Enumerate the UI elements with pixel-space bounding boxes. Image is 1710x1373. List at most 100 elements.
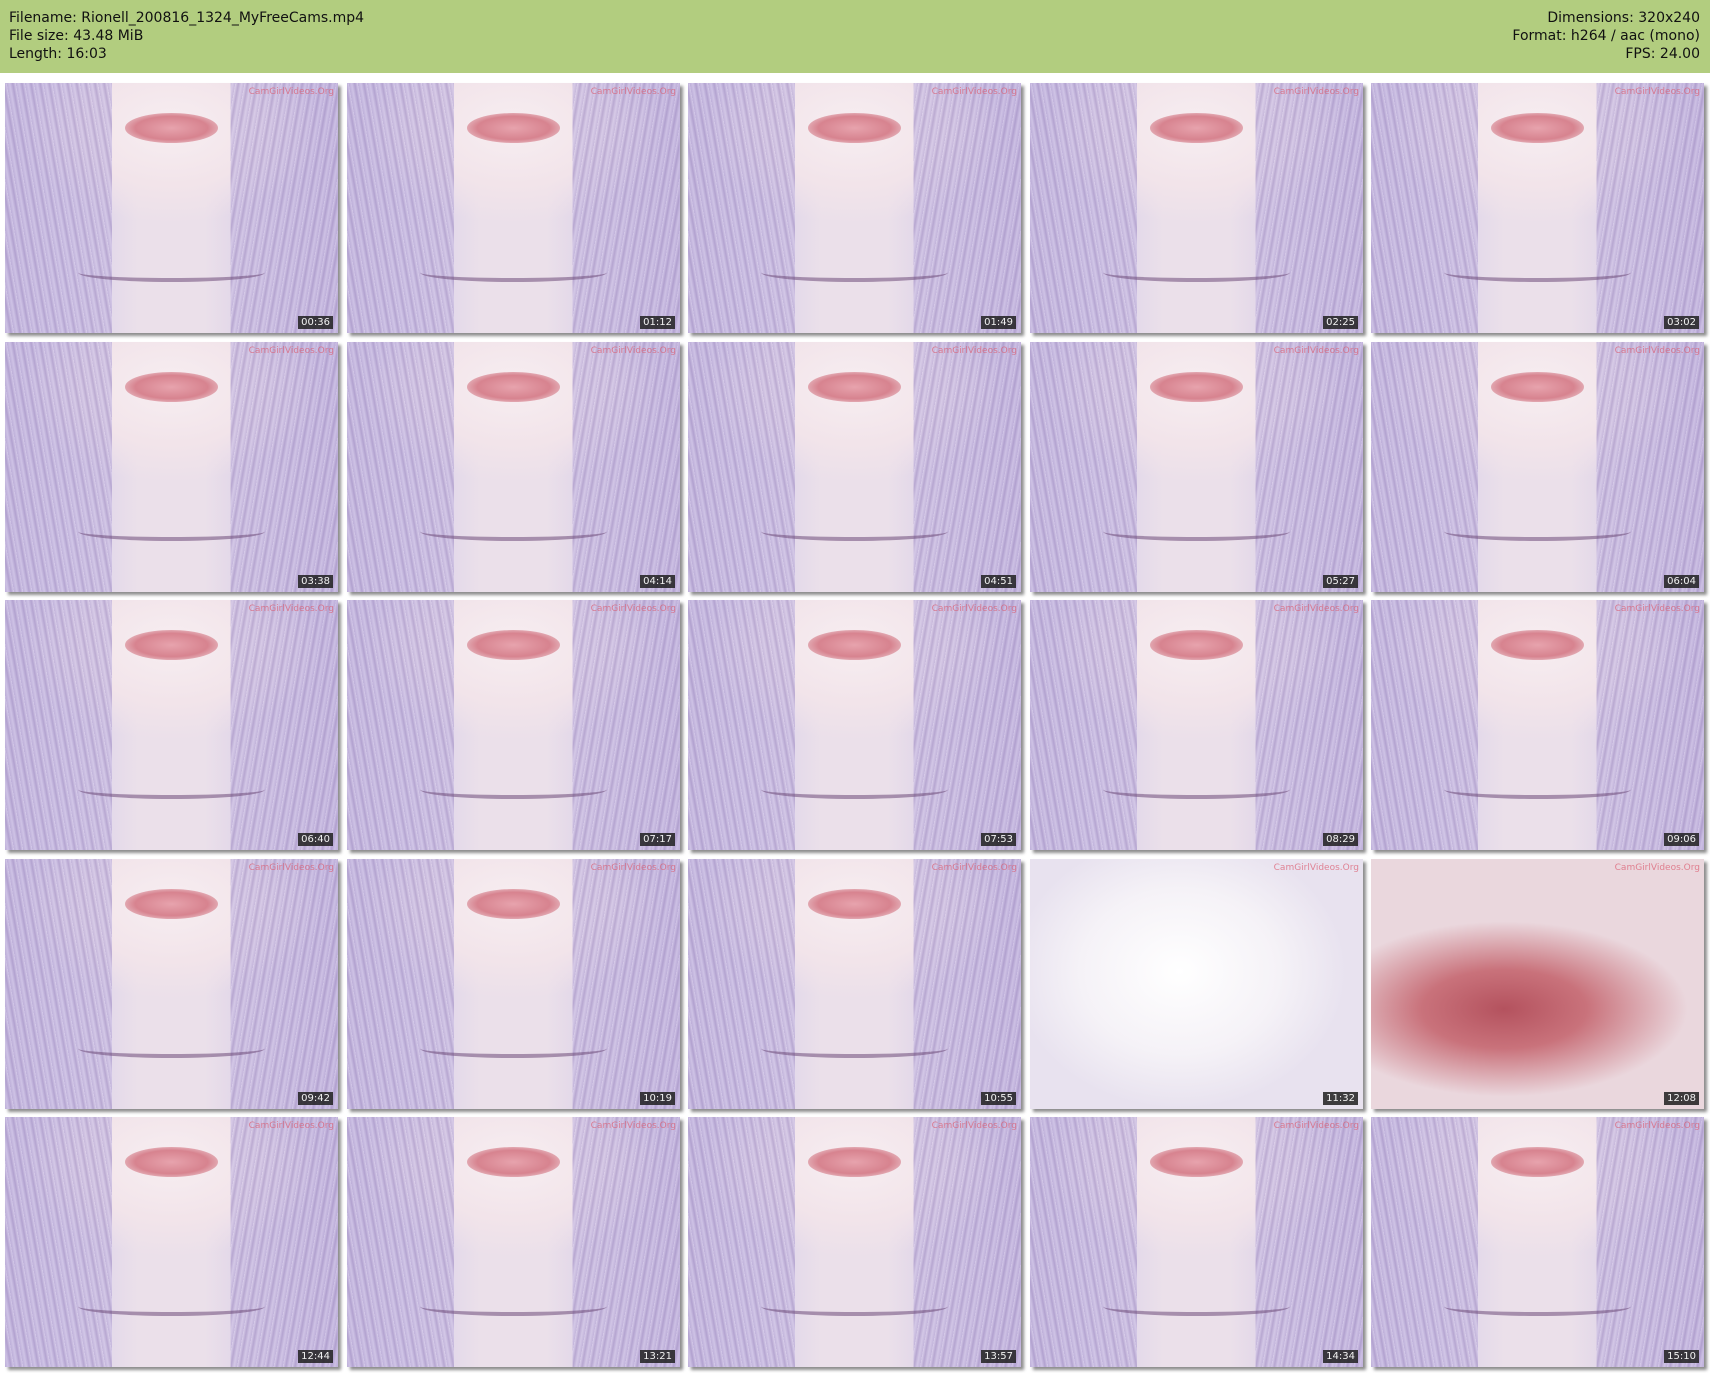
lips-shape: [466, 1147, 561, 1177]
lips-shape: [807, 372, 902, 402]
thumbnail[interactable]: CamGirlVideos.Org 03:02: [1371, 83, 1704, 333]
hair-shape-left: [1371, 342, 1478, 592]
thumbnail[interactable]: CamGirlVideos.Org 07:53: [688, 600, 1021, 850]
hair-shape-right: [231, 1117, 338, 1367]
hair-shape-right: [573, 1117, 680, 1367]
thumbnail[interactable]: CamGirlVideos.Org 06:04: [1371, 342, 1704, 592]
thumbnail[interactable]: CamGirlVideos.Org 09:06: [1371, 600, 1704, 850]
timestamp-label: 15:10: [1664, 1350, 1699, 1363]
watermark-text: CamGirlVideos.Org: [931, 863, 1017, 873]
lips-shape: [807, 630, 902, 660]
thumbnail-image: [347, 83, 680, 333]
timestamp-label: 04:14: [640, 575, 675, 588]
timestamp-label: 03:38: [298, 575, 333, 588]
thumbnail[interactable]: CamGirlVideos.Org 08:29: [1030, 600, 1363, 850]
choker-shape: [1444, 263, 1631, 282]
hair-shape-left: [688, 83, 795, 333]
watermark-text: CamGirlVideos.Org: [1614, 346, 1700, 356]
watermark-text: CamGirlVideos.Org: [1614, 604, 1700, 614]
lips-shape: [124, 630, 219, 660]
length-text: Length: 16:03: [9, 46, 107, 62]
thumbnail-image: [347, 342, 680, 592]
thumbnail-image: [1371, 342, 1704, 592]
thumbnail[interactable]: CamGirlVideos.Org 05:27: [1030, 342, 1363, 592]
hair-shape-right: [1597, 83, 1704, 333]
hair-shape-left: [688, 1117, 795, 1367]
timestamp-label: 09:42: [298, 1092, 333, 1105]
watermark-text: CamGirlVideos.Org: [590, 87, 676, 97]
thumbnail[interactable]: CamGirlVideos.Org 02:25: [1030, 83, 1363, 333]
thumbnail[interactable]: CamGirlVideos.Org 11:32: [1030, 859, 1363, 1109]
hair-shape-left: [347, 83, 454, 333]
timestamp-label: 04:51: [981, 575, 1016, 588]
fps-text: FPS: 24.00: [1625, 46, 1700, 62]
thumbnail[interactable]: CamGirlVideos.Org 06:40: [5, 600, 338, 850]
timestamp-label: 00:36: [298, 316, 333, 329]
thumbnail[interactable]: CamGirlVideos.Org 15:10: [1371, 1117, 1704, 1367]
lips-shape: [1149, 113, 1244, 143]
timestamp-label: 12:44: [298, 1350, 333, 1363]
thumbnail-image: [1030, 342, 1363, 592]
thumbnail[interactable]: CamGirlVideos.Org 01:49: [688, 83, 1021, 333]
thumbnail[interactable]: CamGirlVideos.Org 04:14: [347, 342, 680, 592]
thumbnail[interactable]: CamGirlVideos.Org 12:08: [1371, 859, 1704, 1109]
watermark-text: CamGirlVideos.Org: [590, 863, 676, 873]
timestamp-label: 08:29: [1323, 833, 1358, 846]
watermark-text: CamGirlVideos.Org: [1614, 863, 1700, 873]
thumbnail-grid: CamGirlVideos.Org 00:36 CamGirlVideos.Org 0…: [0, 73, 1710, 1373]
hair-shape-left: [5, 342, 112, 592]
lips-shape: [807, 889, 902, 919]
thumbnail[interactable]: CamGirlVideos.Org 00:36: [5, 83, 338, 333]
hair-shape-left: [5, 859, 112, 1109]
thumbnail[interactable]: CamGirlVideos.Org 12:44: [5, 1117, 338, 1367]
hair-shape-right: [231, 342, 338, 592]
watermark-text: CamGirlVideos.Org: [248, 1121, 334, 1131]
thumbnail[interactable]: CamGirlVideos.Org 09:42: [5, 859, 338, 1109]
timestamp-label: 01:12: [640, 316, 675, 329]
thumbnail[interactable]: CamGirlVideos.Org 01:12: [347, 83, 680, 333]
timestamp-label: 11:32: [1323, 1092, 1358, 1105]
thumbnail-image: [1030, 859, 1363, 1109]
thumbnail[interactable]: CamGirlVideos.Org 10:19: [347, 859, 680, 1109]
hair-shape-right: [231, 83, 338, 333]
hair-shape-left: [5, 600, 112, 850]
thumbnail[interactable]: CamGirlVideos.Org 07:17: [347, 600, 680, 850]
hair-shape-left: [1030, 83, 1137, 333]
lips-shape: [1149, 372, 1244, 402]
thumbnail-image: [347, 859, 680, 1109]
timestamp-label: 01:49: [981, 316, 1016, 329]
timestamp-label: 07:17: [640, 833, 675, 846]
lips-shape: [807, 1147, 902, 1177]
timestamp-label: 05:27: [1323, 575, 1358, 588]
filename-text: Filename: Rionell_200816_1324_MyFreeCams…: [9, 10, 365, 26]
thumbnail[interactable]: CamGirlVideos.Org 04:51: [688, 342, 1021, 592]
info-header: Filename: Rionell_200816_1324_MyFreeCams…: [0, 0, 1710, 73]
lips-shape: [466, 113, 561, 143]
lips-shape: [466, 630, 561, 660]
thumbnail-image: [1030, 83, 1363, 333]
hair-shape-left: [5, 83, 112, 333]
choker-shape: [761, 1039, 948, 1058]
thumbnail[interactable]: CamGirlVideos.Org 03:38: [5, 342, 338, 592]
timestamp-label: 09:06: [1664, 833, 1699, 846]
timestamp-label: 07:53: [981, 833, 1016, 846]
thumbnail[interactable]: CamGirlVideos.Org 13:21: [347, 1117, 680, 1367]
thumbnail-image: [1371, 83, 1704, 333]
lips-shape: [1490, 1147, 1585, 1177]
hair-shape-right: [1597, 600, 1704, 850]
hair-shape-left: [1030, 342, 1137, 592]
hair-shape-right: [231, 600, 338, 850]
thumbnail[interactable]: CamGirlVideos.Org 13:57: [688, 1117, 1021, 1367]
watermark-text: CamGirlVideos.Org: [1273, 87, 1359, 97]
lips-shape: [807, 113, 902, 143]
choker-shape: [1103, 780, 1290, 799]
thumbnail[interactable]: CamGirlVideos.Org 14:34: [1030, 1117, 1363, 1367]
watermark-text: CamGirlVideos.Org: [1614, 1121, 1700, 1131]
thumbnail-image: [1371, 859, 1704, 1109]
thumbnail[interactable]: CamGirlVideos.Org 10:55: [688, 859, 1021, 1109]
choker-shape: [78, 780, 265, 799]
file-size-text: File size: 43.48 MiB: [9, 28, 144, 44]
choker-shape: [78, 1039, 265, 1058]
hair-shape-left: [688, 342, 795, 592]
lips-shape: [124, 889, 219, 919]
